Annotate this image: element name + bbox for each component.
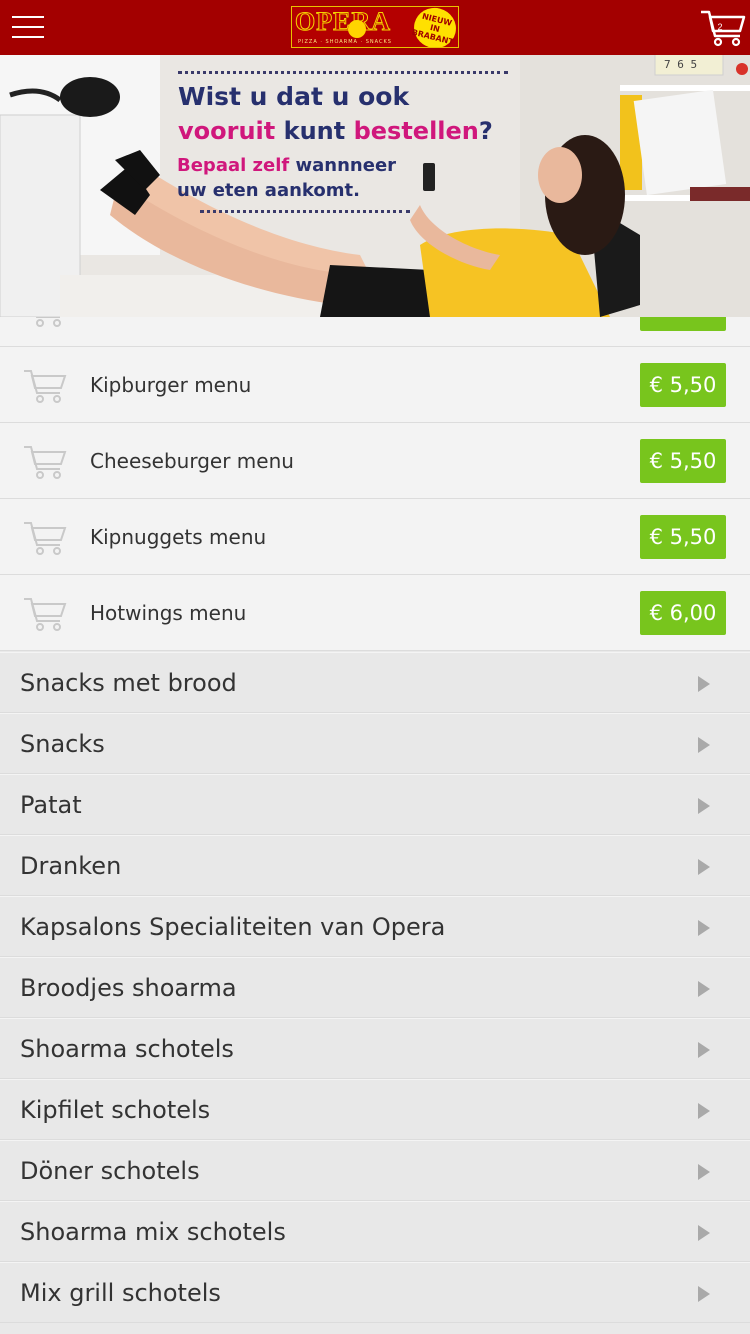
category-name: Dranken <box>20 852 122 880</box>
category-name: Döner schotels <box>20 1157 200 1185</box>
category-row[interactable]: Döner schotels <box>0 1140 750 1201</box>
price-button[interactable]: € 5,50 <box>640 439 726 483</box>
banner-line-4: uw eten aankomt. <box>177 180 360 201</box>
banner-vooruit: vooruit <box>178 117 276 145</box>
price-button[interactable]: € 5,50 <box>640 363 726 407</box>
category-name: Snacks met brood <box>20 669 237 697</box>
add-to-cart-icon[interactable] <box>22 517 68 557</box>
banner-bestellen: bestellen <box>353 117 479 145</box>
banner-line-2: vooruit kunt bestellen? <box>178 117 493 145</box>
chevron-right-icon <box>698 920 710 936</box>
category-name: Patat <box>20 791 82 819</box>
product-name: Hotwings menu <box>90 601 247 625</box>
clock-digits: 7 6 5 <box>664 58 697 71</box>
category-row[interactable]: Mix grill schotels <box>0 1262 750 1323</box>
hamburger-icon[interactable] <box>12 14 44 40</box>
category-row[interactable]: Kipfilet schotels <box>0 1079 750 1140</box>
category-name: Kapsalons Specialiteiten van Opera <box>20 913 446 941</box>
chevron-right-icon <box>698 1042 710 1058</box>
chevron-right-icon <box>698 737 710 753</box>
banner-divider-bottom <box>200 210 410 213</box>
chevron-right-icon <box>698 676 710 692</box>
add-to-cart-icon[interactable] <box>22 365 68 405</box>
category-row[interactable]: Dranken <box>0 835 750 896</box>
banner-kunt: kunt <box>283 117 346 145</box>
banner-bepaal-zelf: Bepaal zelf <box>177 155 290 176</box>
product-name: Cheeseburger menu <box>90 449 294 473</box>
chevron-right-icon <box>698 1164 710 1180</box>
category-row[interactable]: Shoarma mix schotels <box>0 1201 750 1262</box>
product-row[interactable]: Kipnuggets menu € 5,50 <box>0 499 750 575</box>
add-to-cart-icon[interactable] <box>22 593 68 633</box>
category-name: Broodjes shoarma <box>20 974 237 1002</box>
chevron-right-icon <box>698 1286 710 1302</box>
chevron-right-icon <box>698 1103 710 1119</box>
price-button[interactable]: € 5,50 <box>640 515 726 559</box>
category-name: Shoarma mix schotels <box>20 1218 286 1246</box>
promo-banner[interactable]: 7 6 5 Wist u dat u ook vooruit kunt best… <box>0 55 750 317</box>
category-row[interactable]: Snacks <box>0 713 750 774</box>
category-row[interactable]: Snacks met brood <box>0 652 750 713</box>
top-bar: OPERA PIZZA · SHOARMA · SNACKS NIEUW IN … <box>0 0 750 55</box>
chevron-right-icon <box>698 859 710 875</box>
category-row[interactable]: Shoarma schotels <box>0 1018 750 1079</box>
product-row[interactable]: Kipburger menu € 5,50 <box>0 347 750 423</box>
banner-line-3: Bepaal zelf wannneer <box>177 155 396 176</box>
opera-logo[interactable]: OPERA PIZZA · SHOARMA · SNACKS NIEUW IN … <box>291 6 459 48</box>
category-row[interactable]: Patat <box>0 774 750 835</box>
category-row[interactable]: Kapsalons Specialiteiten van Opera <box>0 896 750 957</box>
product-name: Kipnuggets menu <box>90 525 267 549</box>
product-list: Kipburger menu € 5,50 Cheeseburger menu … <box>0 271 750 651</box>
banner-line-1: Wist u dat u ook <box>178 82 410 111</box>
product-name: Kipburger menu <box>90 373 252 397</box>
product-row[interactable]: Cheeseburger menu € 5,50 <box>0 423 750 499</box>
product-row[interactable]: Hotwings menu € 6,00 <box>0 575 750 651</box>
chevron-right-icon <box>698 1225 710 1241</box>
category-row[interactable]: Broodjes shoarma <box>0 957 750 1018</box>
logo-tagline: PIZZA · SHOARMA · SNACKS <box>298 39 392 45</box>
banner-question-mark: ? <box>478 117 493 145</box>
logo-badge: NIEUW IN BRABANT <box>409 7 458 47</box>
banner-wanneer: wannneer <box>295 155 397 176</box>
banner-divider-top <box>178 71 508 74</box>
category-name: Shoarma schotels <box>20 1035 234 1063</box>
logo-wordmark: OPERA <box>295 7 391 36</box>
category-name: Kipfilet schotels <box>20 1096 211 1124</box>
category-name: Snacks <box>20 730 105 758</box>
cart-count-badge: 2 <box>717 22 723 32</box>
category-list: Snacks met brood Snacks Patat Dranken Ka… <box>0 652 750 1323</box>
add-to-cart-icon[interactable] <box>22 441 68 481</box>
category-name: Mix grill schotels <box>20 1279 221 1307</box>
chevron-right-icon <box>698 981 710 997</box>
logo-coin-icon <box>348 20 366 38</box>
chevron-right-icon <box>698 798 710 814</box>
price-button[interactable]: € 6,00 <box>640 591 726 635</box>
